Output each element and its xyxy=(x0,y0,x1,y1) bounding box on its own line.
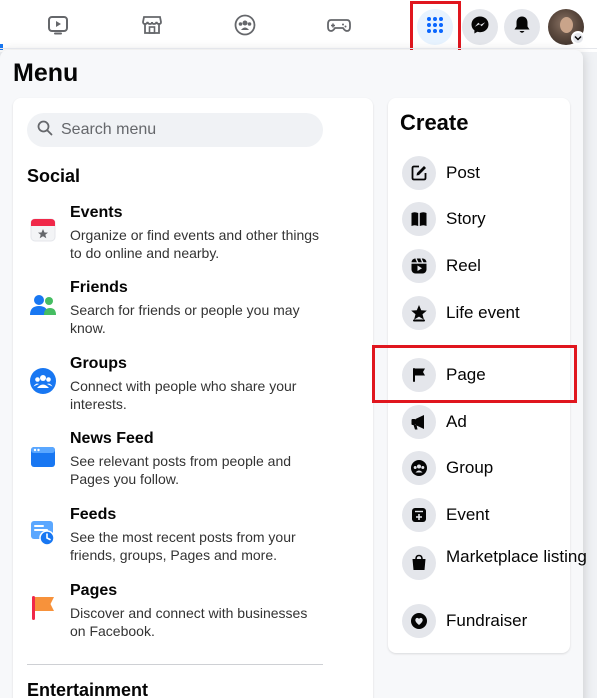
highlight-frame-menu xyxy=(410,1,461,53)
menu-item-description: Connect with people who share your inter… xyxy=(70,378,297,412)
create-item-life-event[interactable]: Life event xyxy=(402,296,572,332)
friends-icon xyxy=(29,291,57,319)
megaphone-icon xyxy=(402,405,436,439)
create-item-label: Event xyxy=(446,505,490,524)
search-input[interactable]: Search menu xyxy=(27,113,323,147)
feeds-clock-icon xyxy=(29,518,57,546)
create-item-label: Story xyxy=(446,209,486,228)
marketplace-icon[interactable] xyxy=(139,12,165,38)
create-item-label: Ad xyxy=(446,412,467,431)
create-item-label: Reel xyxy=(446,256,481,275)
messenger-button[interactable] xyxy=(462,9,498,45)
star-icon xyxy=(402,296,436,330)
gaming-icon[interactable] xyxy=(326,12,352,38)
create-item-reel[interactable]: Reel xyxy=(402,249,572,285)
menu-item-description: Organize or find events and other things… xyxy=(70,227,320,261)
menu-item-title: Pages xyxy=(70,582,118,599)
menu-item-title: Groups xyxy=(70,355,127,372)
create-title: Create xyxy=(400,110,469,135)
search-placeholder: Search menu xyxy=(61,121,157,138)
shopping-bag-icon xyxy=(402,546,436,580)
heart-hand-icon xyxy=(402,604,436,638)
active-tab-indicator xyxy=(0,44,3,50)
menu-item-title: News Feed xyxy=(70,430,154,447)
top-bar-divider xyxy=(0,48,597,49)
create-item-event[interactable]: Event xyxy=(402,498,572,534)
video-icon[interactable] xyxy=(45,12,71,38)
messenger-icon xyxy=(470,15,490,40)
search-icon xyxy=(37,120,53,141)
section-divider xyxy=(27,664,323,665)
menu-item-description: See relevant posts from people and Pages… xyxy=(70,453,292,487)
chevron-down-icon[interactable] xyxy=(571,31,585,45)
reel-icon xyxy=(402,249,436,283)
section-title-entertainment: Entertainment xyxy=(27,680,149,698)
calendar-icon xyxy=(29,215,57,243)
create-item-group[interactable]: Group xyxy=(402,451,572,487)
avatar-face xyxy=(560,17,573,33)
create-item-label: Post xyxy=(446,163,481,182)
calendar-plus-icon xyxy=(402,498,436,532)
menu-item-title: Events xyxy=(70,204,123,221)
highlight-frame-page xyxy=(372,345,577,403)
pages-flag-icon xyxy=(29,594,57,622)
edit-icon xyxy=(402,156,436,190)
groups-icon[interactable] xyxy=(232,12,258,38)
menu-item-title: Feeds xyxy=(70,506,117,523)
book-icon xyxy=(402,202,436,236)
menu-item-title: Friends xyxy=(70,279,128,296)
create-item-label: Fundraiser xyxy=(446,611,528,630)
notifications-bell-icon xyxy=(513,15,531,40)
groups-circle-icon xyxy=(29,367,57,395)
menu-item-description: Search for friends or people you may kno… xyxy=(70,302,300,336)
create-item-ad[interactable]: Ad xyxy=(402,405,572,441)
menu-title: Menu xyxy=(13,59,79,87)
menu-item-description: See the most recent posts from your frie… xyxy=(70,529,296,563)
create-item-label: Group xyxy=(446,458,494,477)
create-item-label: Life event xyxy=(446,303,520,322)
group-icon xyxy=(402,451,436,485)
news-feed-icon xyxy=(29,442,57,470)
create-item-fundraiser[interactable]: Fundraiser xyxy=(402,604,572,640)
menu-item-description: Discover and connect with businesses on … xyxy=(70,605,308,639)
notifications-button[interactable] xyxy=(504,9,540,45)
create-item-post[interactable]: Post xyxy=(402,156,572,192)
section-title-social: Social xyxy=(27,166,81,186)
create-item-story[interactable]: Story xyxy=(402,202,572,238)
create-item-label: Marketplace listing xyxy=(446,547,587,566)
create-item-marketplace-listing[interactable]: Marketplace listing xyxy=(402,546,587,592)
